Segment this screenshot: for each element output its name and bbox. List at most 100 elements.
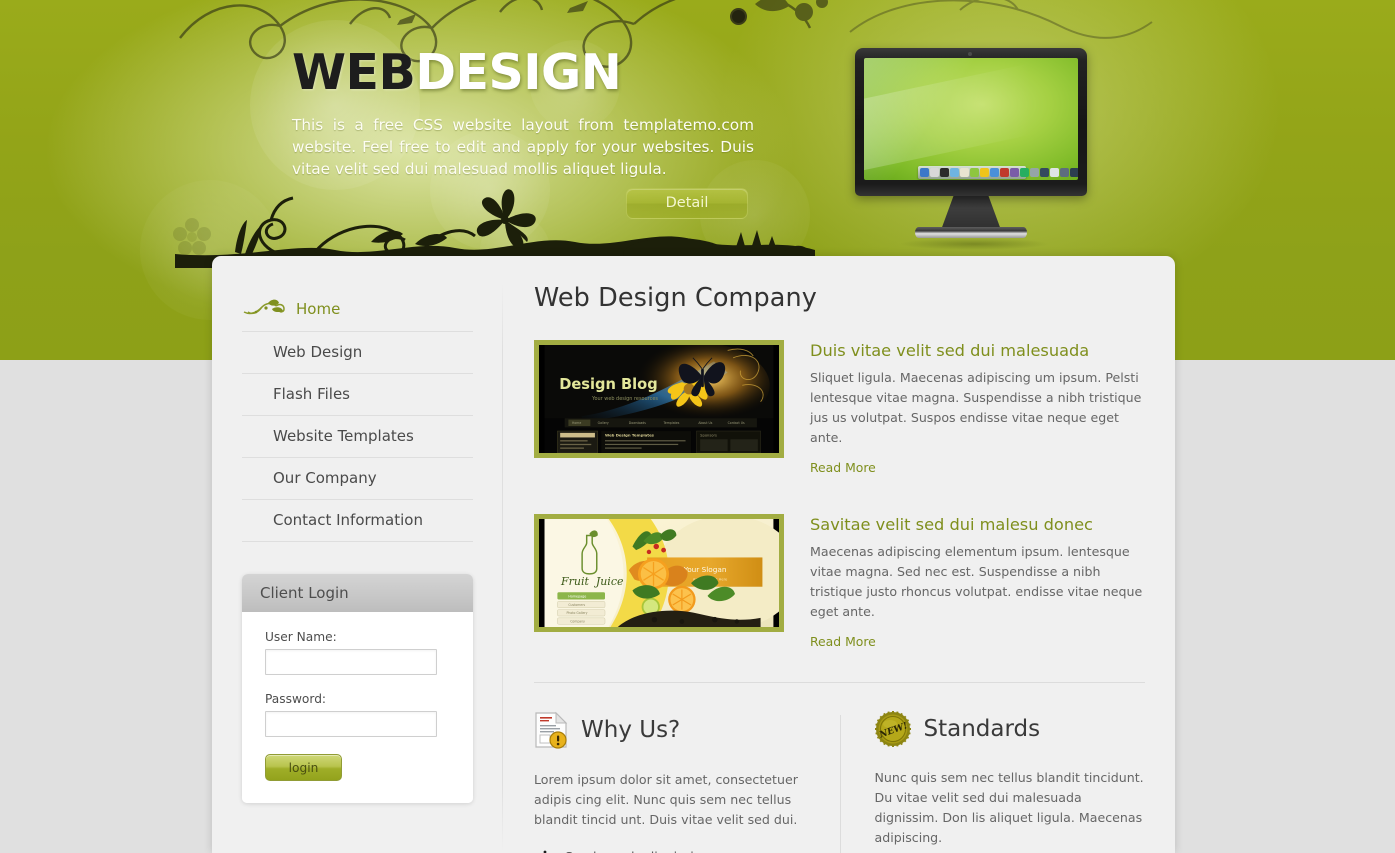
nav-label: Web Design [273,343,363,361]
nav-link-flash-files[interactable]: Flash Files [242,374,473,415]
nav-link-web-design[interactable]: Web Design [242,332,473,373]
logo-secondary: DESIGN [415,44,622,101]
hero-tagline: This is a free CSS website layout from t… [292,116,754,178]
nav-item-our-company[interactable]: Our Company [242,458,473,500]
nav-item-web-design[interactable]: Web Design [242,332,473,374]
nav-item-flash-files[interactable]: Flash Files [242,374,473,416]
dock-icon [960,168,969,177]
design-blog-preview-image: Design Blog Your web design resources Ho… [544,345,774,453]
read-more-link[interactable]: Read More [810,634,876,649]
svg-text:Company: Company [570,619,585,623]
article-body: Duis vitae velit sed dui malesuada Sliqu… [810,340,1145,476]
svg-text:Homepage: Homepage [568,595,586,599]
client-login-box: Client Login User Name: Password: login [242,574,473,803]
article-item: Design Blog Your web design resources Ho… [534,340,1145,476]
password-input[interactable] [265,711,437,737]
dock-icon [1070,168,1078,177]
page-title: Web Design Company [534,283,817,313]
bullet-list: Smalesuada dignissim Donec mollis tincid… [534,845,804,853]
main-navigation: Home Web Design Flash Files Website Temp… [242,288,473,542]
nav-link-home[interactable]: Home [242,288,473,331]
svg-text:Templates: Templates [663,421,680,425]
article-body: Savitae velit sed dui malesu donec Maece… [810,514,1145,650]
nav-item-contact-information[interactable]: Contact Information [242,500,473,542]
dock-icon [980,168,989,177]
dock-icon [970,168,979,177]
client-login-title: Client Login [242,574,473,612]
computer-monitor-icon [855,48,1095,250]
nav-label: Contact Information [273,511,423,529]
dock-icon [940,168,949,177]
dock-icon [1010,168,1019,177]
dock-icon [1020,168,1029,177]
column-header: NEW! Standards [874,711,1146,747]
new-badge-seal-icon: NEW! [874,711,911,747]
nav-label: Website Templates [273,427,414,445]
monitor-neck [941,194,1001,230]
column-text: Lorem ipsum dolor sit amet, consectetuer… [534,772,798,827]
svg-text:About Us: About Us [698,421,712,425]
svg-text:Contact Us: Contact Us [728,421,745,425]
thumb-slogan: Your Slogan [683,565,727,574]
svg-text:Home: Home [572,421,581,425]
nav-label: Flash Files [273,385,350,403]
login-button[interactable]: login [265,754,342,781]
main-panel: Home Web Design Flash Files Website Temp… [212,256,1175,853]
hero-text-block: WEBDESIGN This is a free CSS website lay… [292,48,812,180]
dock-icon [930,168,939,177]
nav-item-home[interactable]: Home [242,288,473,332]
nav-link-website-templates[interactable]: Website Templates [242,416,473,457]
username-label: User Name: [265,630,337,644]
column-why-us: Why Us? Lorem ipsum dolor sit amet, cons… [534,711,840,853]
column-header: Why Us? [534,711,804,749]
password-label: Password: [265,692,327,706]
monitor-base [915,227,1027,238]
fruit-juice-preview-image: Fruit Juice Homepage Customers Photo Gal… [544,519,779,627]
thumb-logo: Fruit [560,575,589,588]
nav-link-our-company[interactable]: Our Company [242,458,473,499]
monitor-dock [918,166,1078,179]
svg-text:Sponsors: Sponsors [700,434,717,438]
username-input[interactable] [265,649,437,675]
detail-button[interactable]: Detail [626,188,748,219]
svg-text:Juice: Juice [594,575,624,588]
list-item-label: Smalesuada dignissim [565,849,706,853]
monitor-shadow [899,238,1049,250]
flower-bullet-icon [542,850,547,853]
client-login-form: User Name: Password: login [242,612,473,803]
design-blog-thumbnail[interactable]: Design Blog Your web design resources Ho… [534,340,784,458]
read-more-link[interactable]: Read More [810,460,876,475]
nav-link-contact-information[interactable]: Contact Information [242,500,473,541]
logo-primary: WEB [292,44,416,101]
sidebar: Home Web Design Flash Files Website Temp… [212,256,503,853]
monitor-screen [864,58,1078,180]
dock-icon [1030,168,1039,177]
dock-icon [950,168,959,177]
svg-text:Photo Gallery: Photo Gallery [567,611,588,615]
dock-icon [920,168,929,177]
dock-icon [990,168,999,177]
article-text: Maecenas adipiscing elementum ipsum. len… [810,544,1143,619]
svg-text:Customers: Customers [568,603,585,607]
svg-text:Downloads: Downloads [629,421,646,425]
article-title: Duis vitae velit sed dui malesuada [810,341,1090,360]
dock-icon [1040,168,1049,177]
column-text: Nunc quis sem nec tellus blandit tincidu… [874,770,1144,845]
fruit-juice-thumbnail[interactable]: Fruit Juice Homepage Customers Photo Gal… [534,514,784,632]
nav-label: Our Company [273,469,377,487]
decorative-bud-icon [730,8,747,25]
column-title: Standards [923,716,1041,742]
nav-item-website-templates[interactable]: Website Templates [242,416,473,458]
article-item: Fruit Juice Homepage Customers Photo Gal… [534,514,1145,650]
dock-icon [1050,168,1059,177]
svg-text:Web Design Templates: Web Design Templates [605,433,655,438]
list-item[interactable]: Smalesuada dignissim [534,845,804,853]
article-text: Sliquet ligula. Maecenas adipiscing um i… [810,370,1142,445]
monitor-camera-icon [968,52,972,56]
column-standards: NEW! Standards Nunc quis sem nec tellus … [839,711,1146,853]
thumb-heading: Design Blog [559,376,657,393]
dock-icon [1060,168,1069,177]
thumb-sub: Your web design resources [591,396,658,402]
article-title: Savitae velit sed dui malesu donec [810,515,1093,534]
monitor-body [855,48,1087,196]
